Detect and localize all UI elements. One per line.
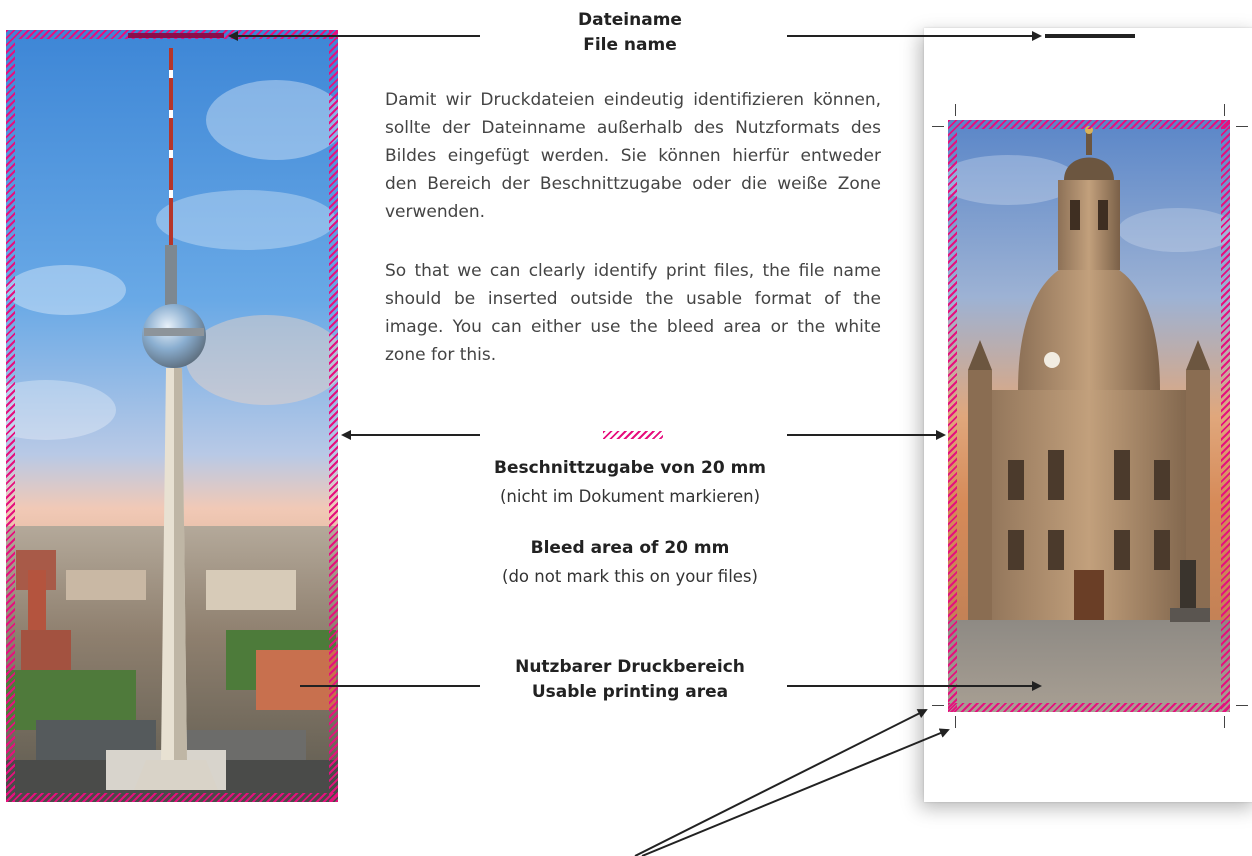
description-de: Damit wir Druckdateien eindeutig identif… [385, 90, 881, 222]
dresden-photo-illustration [948, 120, 1230, 712]
left-file-name-bar [128, 33, 224, 38]
bleed-hatch-sample [603, 431, 663, 439]
usable-area-label: Nutzbarer Druckbereich Usable printing a… [460, 655, 800, 705]
crop-mark-bl-h [932, 705, 944, 706]
left-image-berlin-tv-tower [6, 30, 338, 802]
crop-mark-tr-h [1236, 126, 1248, 127]
usable-area-label-de: Nutzbarer Druckbereich [515, 657, 745, 677]
crop-mark-bl-v [955, 716, 956, 728]
crop-mark-br-h [1236, 705, 1248, 706]
right-image-dresden-frauenkirche [948, 120, 1230, 712]
usable-area-label-en: Usable printing area [531, 682, 729, 702]
crop-mark-br-v [1224, 716, 1225, 728]
file-name-label-en: File name [583, 35, 677, 55]
file-name-label: Dateiname File name [520, 8, 740, 58]
bleed-title-en: Bleed area of 20 mm [530, 538, 730, 558]
crop-mark-tl-h [932, 126, 944, 127]
bleed-note-en: (do not mark this on your files) [502, 567, 758, 586]
description-en: So that we can clearly identify print fi… [385, 261, 881, 365]
file-name-label-de: Dateiname [578, 10, 682, 30]
berlin-photo-illustration [6, 30, 338, 802]
crop-mark-tr-v [1224, 104, 1225, 116]
right-file-name-bar [1045, 34, 1135, 38]
arrow-crop-mark-2 [641, 728, 950, 856]
arrow-crop-mark-1 [634, 709, 928, 856]
bleed-title-de: Beschnittzugabe von 20 mm [493, 458, 766, 478]
bleed-note-de: (nicht im Dokument markieren) [499, 487, 761, 506]
crop-mark-tl-v [955, 104, 956, 116]
